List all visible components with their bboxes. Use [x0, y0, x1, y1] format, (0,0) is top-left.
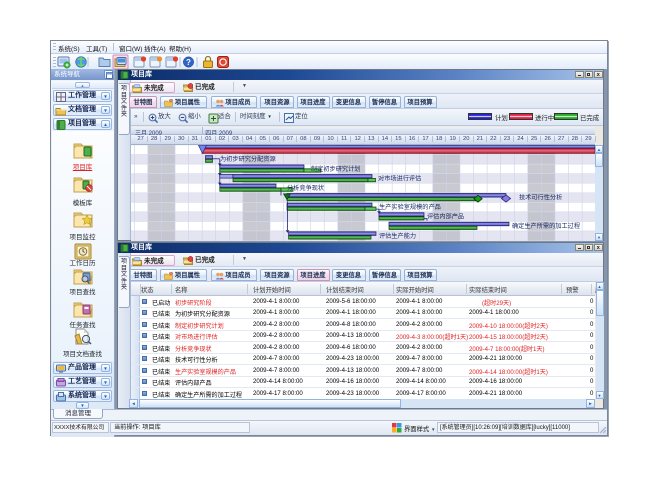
svg-text:生产实验室规模的产品: 生产实验室规模的产品 [379, 203, 441, 211]
svg-text:制定初步研究计划: 制定初步研究计划 [311, 164, 361, 172]
svg-text:分析竞争现状: 分析竞争现状 [287, 184, 325, 192]
svg-text:技术可行性分析: 技术可行性分析 [519, 193, 562, 201]
svg-text:评估生产能力: 评估生产能力 [379, 231, 416, 239]
svg-text:为初步研究分配资源: 为初步研究分配资源 [220, 155, 276, 163]
svg-text:评估内部产品: 评估内部产品 [427, 212, 464, 220]
svg-text:?: ? [186, 58, 191, 67]
svg-text:对市场进行评估: 对市场进行评估 [378, 174, 421, 182]
svg-text:确定生产所需的加工过程: 确定生产所需的加工过程 [512, 222, 580, 230]
